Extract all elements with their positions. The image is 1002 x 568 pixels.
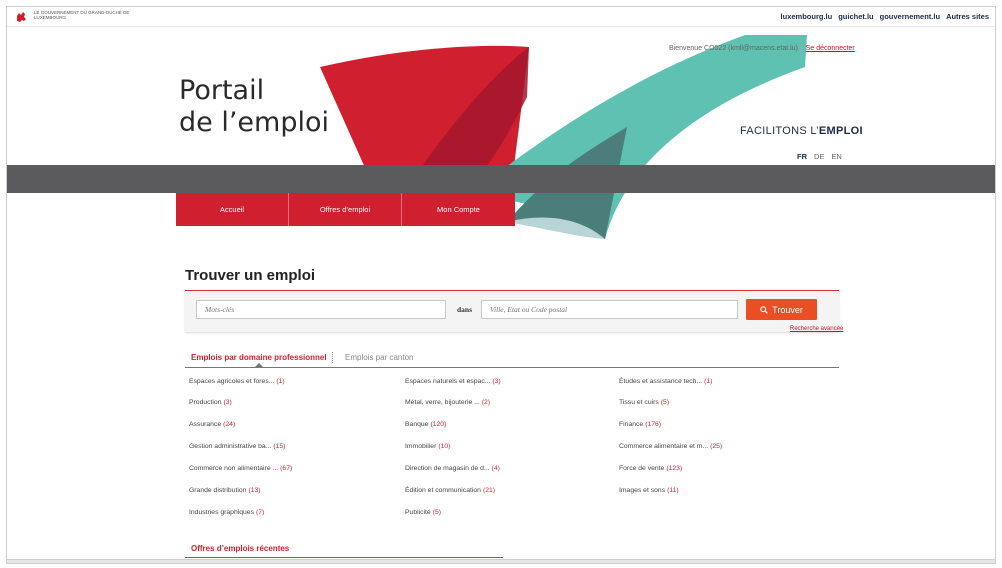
- lang-en[interactable]: EN: [831, 152, 841, 161]
- user-session: Bienvenue CO022 (kmll@macens.etat.lu) | Se…: [669, 45, 855, 52]
- page-title[interactable]: Portail de l’emploi: [179, 75, 329, 139]
- slogan-bold: EMPLOI: [818, 125, 863, 137]
- domain-link[interactable]: Métal, verre, bijouterie ... (2): [405, 399, 490, 406]
- dans-label: dans: [457, 305, 473, 314]
- domain-link[interactable]: Production (3): [189, 399, 232, 406]
- lang-fr[interactable]: FR: [797, 152, 807, 161]
- recent-divider: [185, 557, 503, 558]
- tab-domaine[interactable]: Emplois par domaine professionnel: [191, 353, 327, 362]
- domain-link[interactable]: Études et assistance tech... (1): [619, 378, 712, 385]
- domain-link[interactable]: Images et sons (11): [619, 487, 679, 494]
- find-button[interactable]: Trouver: [746, 299, 817, 320]
- tab-canton[interactable]: Emplois par canton: [345, 353, 413, 362]
- domain-link[interactable]: Industries graphiques (7): [189, 509, 264, 516]
- domain-link[interactable]: Assurance (24): [189, 421, 235, 428]
- search-panel: dans Trouver: [185, 290, 839, 332]
- logout-link[interactable]: Se déconnecter: [806, 45, 855, 52]
- slogan-prefix: FACILITONS L’: [740, 125, 819, 137]
- domain-link[interactable]: Publicité (5): [405, 509, 441, 516]
- header-band: [7, 165, 995, 193]
- lang-de[interactable]: DE: [814, 152, 824, 161]
- advanced-search-link[interactable]: Recherche avancée: [790, 326, 843, 332]
- domain-link[interactable]: Commerce non alimentaire ... (67): [189, 465, 292, 472]
- domain-link[interactable]: Grande distribution (13): [189, 487, 261, 494]
- domain-link[interactable]: Direction de magasin de d... (4): [405, 465, 500, 472]
- tab-active-marker: [255, 363, 263, 367]
- domain-link[interactable]: Espaces agricoles et fores... (1): [189, 378, 285, 385]
- domain-link[interactable]: Espaces naturels et espac... (3): [405, 378, 501, 385]
- nav-offres[interactable]: Offres d’emploi: [289, 193, 402, 226]
- domain-link[interactable]: Finance (176): [619, 421, 661, 428]
- domain-link[interactable]: Immobilier (10): [405, 443, 450, 450]
- domain-link[interactable]: Tissu et cuirs (5): [619, 399, 669, 406]
- domain-link[interactable]: Banque (120): [405, 421, 446, 428]
- domain-link[interactable]: Commerce alimentaire et m... (25): [619, 443, 722, 450]
- domain-link[interactable]: Gestion administrative ba... (15): [189, 443, 285, 450]
- domain-link[interactable]: Édition et communication (21): [405, 487, 495, 494]
- main-navigation: Accueil Offres d’emploi Mon Compte: [176, 193, 515, 226]
- domain-link[interactable]: Force de vente (123): [619, 465, 682, 472]
- keywords-input[interactable]: [196, 300, 446, 319]
- location-input[interactable]: [481, 300, 738, 319]
- nav-mon-compte[interactable]: Mon Compte: [402, 193, 515, 226]
- horizontal-scrollbar[interactable]: [7, 559, 995, 563]
- recent-offers-title: Offres d’emplois récentes: [191, 544, 290, 553]
- language-switcher: FR DE EN: [797, 152, 842, 161]
- browser-viewport: LE GOUVERNEMENT DU GRAND-DUCHÉ DE LUXEMB…: [6, 6, 996, 564]
- search-title: Trouver un emploi: [185, 267, 316, 284]
- tab-divider: [332, 352, 333, 363]
- nav-accueil[interactable]: Accueil: [176, 193, 289, 226]
- title-line-2: de l’emploi: [179, 107, 329, 138]
- slogan: FACILITONS L’EMPLOI: [740, 125, 863, 137]
- domain-tabs: Emplois par domaine professionnel Emploi…: [185, 350, 839, 368]
- search-icon: [760, 305, 768, 314]
- title-line-1: Portail: [179, 75, 265, 106]
- find-button-label: Trouver: [772, 304, 803, 315]
- user-email: Bienvenue CO022 (kmll@macens.etat.lu): [669, 45, 798, 52]
